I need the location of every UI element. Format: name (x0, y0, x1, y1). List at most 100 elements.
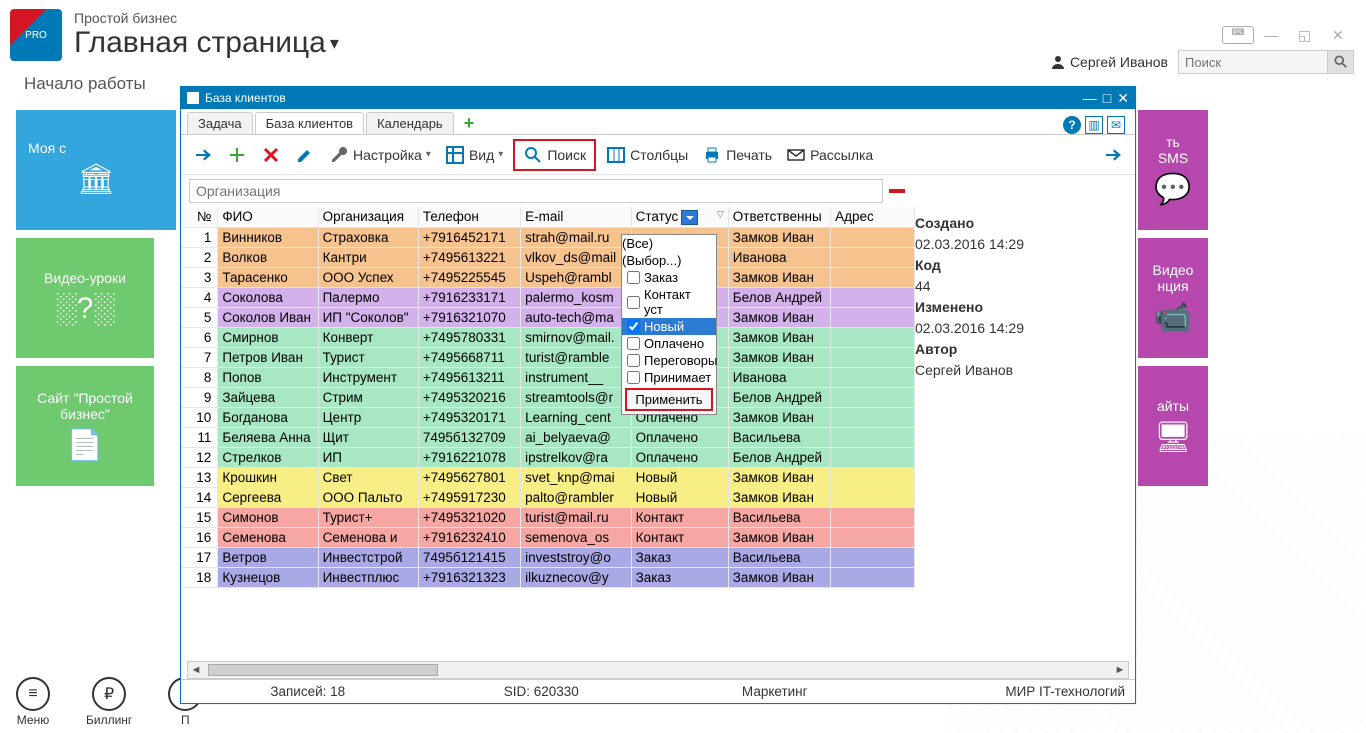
filter-option[interactable]: Оплачено (622, 335, 716, 352)
filter-checkbox[interactable] (627, 354, 640, 367)
scroll-thumb[interactable] (208, 664, 438, 676)
mail-icon[interactable]: ✉ (1107, 116, 1125, 134)
status-dropdown-icon[interactable] (681, 210, 698, 225)
global-search[interactable] (1178, 50, 1354, 74)
scroll-right-icon[interactable]: ► (1112, 664, 1128, 676)
table-row[interactable]: 8ПоповИнструмент+7495613211instrument__И… (181, 367, 915, 387)
table-row[interactable]: 12СтрелковИП+7916221078ipstrelkov@raОпла… (181, 447, 915, 467)
settings-button[interactable]: Настройка▾ (325, 143, 435, 167)
table-row[interactable]: 11Беляева АннаЩит7495б132709ai_belyaeva@… (181, 427, 915, 447)
tile-send-sms[interactable]: ть SMS 💬 (1138, 110, 1208, 230)
filter-checkbox[interactable] (627, 320, 640, 333)
filter-option[interactable]: Принимает (622, 369, 716, 386)
current-user[interactable]: Сергей Иванов (1050, 54, 1168, 70)
filter-option[interactable]: Заказ (622, 269, 716, 286)
mailing-button[interactable]: Рассылка (782, 143, 877, 167)
tile-sites[interactable]: айты 🖥 (1138, 366, 1208, 486)
view-button[interactable]: Вид▾ (441, 143, 507, 167)
table-row[interactable]: 2ВолковКантри+7495613221vlkov_ds@mailИва… (181, 247, 915, 267)
table-row[interactable]: 16СеменоваСеменова и+7916232410semenova_… (181, 527, 915, 547)
search-button[interactable] (1328, 50, 1354, 74)
remove-filter-icon[interactable] (889, 189, 905, 193)
table-row[interactable]: 9ЗайцеваСтрим+7495320216streamtools@rОпл… (181, 387, 915, 407)
table-row[interactable]: 17ВетровИнвестстрой7495б121415investstro… (181, 547, 915, 567)
forward-button[interactable] (189, 143, 217, 167)
filter-option[interactable]: Новый (622, 318, 716, 335)
cell-org: Стрим (318, 387, 418, 407)
maximize-icon[interactable]: ◱ (1298, 27, 1322, 43)
filter-checkbox[interactable] (627, 296, 640, 309)
cell-resp: Замков Иван (728, 527, 830, 547)
col-tel[interactable]: Телефон (418, 207, 520, 227)
filter-choose[interactable]: (Выбор...) (622, 252, 716, 269)
window-close-icon[interactable]: ✕ (1117, 90, 1129, 107)
cell-email: turist@mail.ru (521, 507, 631, 527)
cell-status: Новый (631, 487, 728, 507)
table-row[interactable]: 18КузнецовИнвестплюс+7916321323ilkuzneco… (181, 567, 915, 587)
col-number[interactable]: № (181, 207, 218, 227)
horizontal-scrollbar[interactable]: ◄ ► (187, 661, 1129, 679)
col-org[interactable]: Организация (318, 207, 418, 227)
close-icon[interactable]: ✕ (1332, 27, 1356, 43)
search-input[interactable] (1178, 50, 1328, 74)
window-titlebar[interactable]: База клиентов — □ ✕ (181, 87, 1135, 109)
table-row[interactable]: 7Петров ИванТурист+7495668711turist@ramb… (181, 347, 915, 367)
next-button[interactable] (1099, 143, 1127, 167)
keyboard-icon[interactable]: ⌨ (1222, 26, 1254, 44)
table-row[interactable]: 15СимоновТурист++7495321020turist@mail.r… (181, 507, 915, 527)
tile-video-lessons[interactable]: Видео-уроки ░?░ (16, 238, 154, 358)
cell-tel: +7916321070 (418, 307, 520, 327)
filter-option[interactable]: Переговоры (622, 352, 716, 369)
table-row[interactable]: 6СмирновКонверт+7495780331smirnov@mail.З… (181, 327, 915, 347)
tile-video-conference[interactable]: Видеонция 📹 (1138, 238, 1208, 358)
filter-checkbox[interactable] (627, 371, 640, 384)
columns-button[interactable]: Столбцы (602, 143, 692, 167)
tab-task[interactable]: Задача (187, 112, 253, 134)
filter-option-label: Контакт уст (644, 287, 711, 317)
page-title[interactable]: Главная страница ▾ (74, 26, 339, 60)
filter-apply-button[interactable]: Применить (625, 388, 713, 411)
cell-addr (831, 227, 915, 247)
print-button[interactable]: Печать (698, 143, 776, 167)
add-button[interactable] (223, 143, 251, 167)
delete-button[interactable] (257, 143, 285, 167)
filter-all[interactable]: (Все) (622, 235, 716, 252)
filter-checkbox[interactable] (627, 271, 640, 284)
cell-org: ИП "Соколов" (318, 307, 418, 327)
cell-addr (831, 307, 915, 327)
col-status[interactable]: Статус▽ (631, 207, 728, 227)
window-minimize-icon[interactable]: — (1083, 90, 1097, 107)
table-row[interactable]: 1ВинниковСтраховка+7916452171strah@mail.… (181, 227, 915, 247)
table-row[interactable]: 13КрошкинСвет+7495627801svet_knp@maiНовы… (181, 467, 915, 487)
search-label: Поиск (547, 147, 586, 163)
col-responsible[interactable]: Ответственны (728, 207, 830, 227)
filter-option-label: Оплачено (644, 336, 704, 351)
minimize-icon[interactable]: — (1264, 27, 1288, 43)
edit-button[interactable] (291, 143, 319, 167)
filter-checkbox[interactable] (627, 337, 640, 350)
sid-label: SID: 620330 (425, 684, 659, 699)
table-row[interactable]: 5Соколов ИванИП "Соколов"+7916321070auto… (181, 307, 915, 327)
table-row[interactable]: 4СоколоваПалермо+7916233171palermo_kosmБ… (181, 287, 915, 307)
tab-add[interactable]: + (456, 113, 483, 134)
search-button[interactable]: Поиск (513, 139, 596, 171)
col-fio[interactable]: ФИО (218, 207, 318, 227)
table-row[interactable]: 3ТарасенкоООО Успех+7495225545Uspeh@ramb… (181, 267, 915, 287)
billing-button[interactable]: ₽Биллинг (86, 677, 132, 727)
scroll-left-icon[interactable]: ◄ (188, 664, 204, 676)
window-maximize-icon[interactable]: □ (1103, 90, 1111, 107)
cell-tel: 7495б132709 (418, 427, 520, 447)
organization-filter-input[interactable] (189, 179, 883, 203)
tab-clients[interactable]: База клиентов (255, 112, 364, 134)
help-icon[interactable]: ? (1063, 116, 1081, 134)
col-email[interactable]: E-mail (521, 207, 631, 227)
tile-my-page[interactable]: Моя с 🏛 (16, 110, 176, 230)
stats-icon[interactable]: ▥ (1085, 116, 1103, 134)
menu-button[interactable]: ≡Меню (16, 677, 50, 727)
col-address[interactable]: Адрес (831, 207, 915, 227)
table-row[interactable]: 14СергееваООО Пальто+7495917230palto@ram… (181, 487, 915, 507)
table-row[interactable]: 10БогдановаЦентр+7495320171Learning_cent… (181, 407, 915, 427)
tab-calendar[interactable]: Календарь (366, 112, 454, 134)
filter-option[interactable]: Контакт уст (622, 286, 716, 318)
tile-site[interactable]: Сайт "Простой бизнес" 📄 (16, 366, 154, 486)
